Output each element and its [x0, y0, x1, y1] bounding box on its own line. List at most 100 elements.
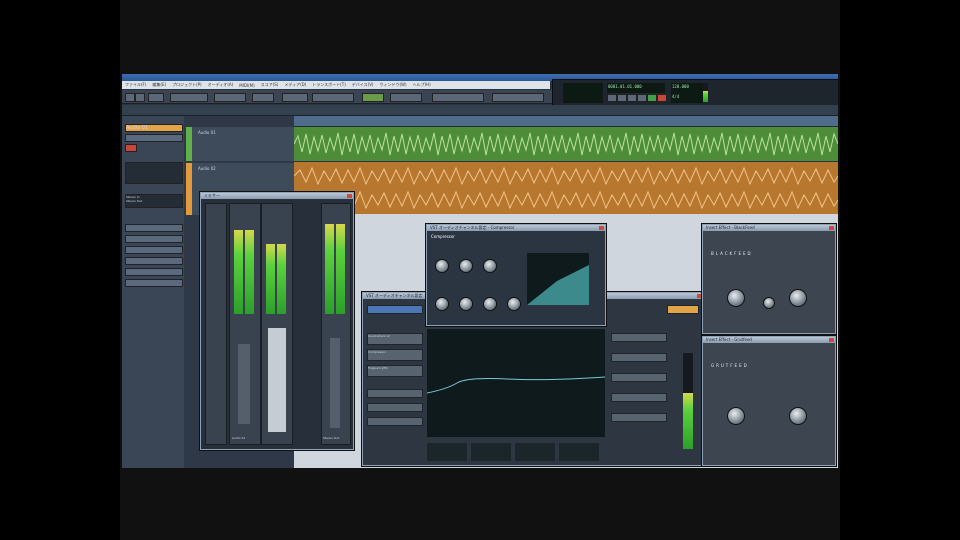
routing-out[interactable]: Stereo Out	[126, 199, 182, 203]
color-select[interactable]	[390, 93, 422, 102]
close-icon[interactable]	[829, 338, 834, 342]
close-icon[interactable]	[829, 226, 834, 230]
channel-slot[interactable]	[611, 393, 667, 402]
mixer-window: ミキサー Audio 01 Stereo Out	[200, 192, 354, 450]
nudge-buttons[interactable]	[432, 93, 484, 102]
channel-fader-selected[interactable]	[268, 328, 286, 432]
compressor-title[interactable]: VST オーディオチャンネル設定 - Compressor	[427, 225, 605, 231]
menu-devices[interactable]: デバイス(V)	[352, 82, 374, 88]
info-line	[122, 105, 838, 116]
autoscroll-button[interactable]	[252, 93, 274, 102]
send-slot[interactable]	[367, 389, 423, 398]
plugin-window-title[interactable]: Insert Effect - BlackFeed	[703, 225, 835, 231]
quantize-select[interactable]	[362, 93, 384, 102]
insert-slot[interactable]: FrequencyEQ	[367, 365, 423, 377]
rewind-button[interactable]	[607, 94, 617, 102]
threshold-knob[interactable]	[435, 259, 449, 273]
inspector-section-eq[interactable]	[125, 235, 183, 243]
transport-meter	[703, 83, 708, 102]
channel-slot[interactable]	[611, 373, 667, 382]
output-knob[interactable]	[789, 289, 807, 307]
attack-knob[interactable]	[483, 259, 497, 273]
window-layout-button[interactable]	[492, 93, 544, 102]
letterbox-left	[0, 0, 120, 540]
inspector-section-quickcontrols[interactable]	[125, 279, 183, 287]
inspector-buttons[interactable]	[125, 134, 183, 142]
makeup-knob[interactable]	[459, 297, 473, 311]
inspector-section-inserts[interactable]	[125, 224, 183, 232]
letterbox-right	[840, 0, 960, 540]
timeline-ruler[interactable]	[294, 116, 838, 127]
channel-slot[interactable]	[611, 353, 667, 362]
inspector-section-notepad[interactable]	[125, 268, 183, 276]
record-enable-button[interactable]	[125, 144, 137, 152]
send-slot[interactable]	[367, 417, 423, 426]
stop-button[interactable]	[637, 94, 647, 102]
tone-knob[interactable]	[763, 297, 775, 309]
insert-slot[interactable]: Compressor	[367, 349, 423, 361]
channel-meter	[683, 353, 693, 449]
eq-band-3[interactable]	[515, 443, 555, 461]
menu-window[interactable]: ウィンドウ(W)	[380, 82, 407, 88]
menu-audio[interactable]: オーディオ(A)	[208, 82, 234, 88]
automation-mode-button[interactable]	[148, 93, 164, 102]
forward-button[interactable]	[617, 94, 627, 102]
waveform	[294, 166, 838, 210]
plugin-window-grutfeed: Insert Effect - Grutfeed GRUTFEED	[702, 336, 836, 466]
plugin-window-title[interactable]: Insert Effect - Grutfeed	[703, 337, 835, 343]
output-knob[interactable]	[507, 297, 521, 311]
snap-button[interactable]	[282, 93, 308, 102]
insert-slot[interactable]: Quadrafuzz v2	[367, 333, 423, 345]
menu-file[interactable]: ファイル(F)	[125, 82, 146, 88]
audio-event-track-1[interactable]	[294, 127, 838, 161]
eq-band-2[interactable]	[471, 443, 511, 461]
channel-fader[interactable]	[238, 344, 250, 424]
eq-band-1[interactable]	[427, 443, 467, 461]
inspector-track-name[interactable]: Audio 01	[125, 124, 183, 132]
play-button[interactable]	[647, 94, 657, 102]
close-icon[interactable]	[347, 194, 352, 198]
level-meter-left	[234, 230, 243, 314]
record-button[interactable]	[657, 94, 667, 102]
channel-name-badge[interactable]	[667, 305, 699, 314]
signature-display[interactable]: 4/4	[671, 93, 703, 103]
inspector-section-channel[interactable]	[125, 257, 183, 265]
activate-project-button[interactable]	[125, 93, 135, 102]
track-row[interactable]: Audio 01	[186, 127, 298, 161]
release-knob[interactable]	[435, 297, 449, 311]
master-fader[interactable]	[330, 338, 340, 428]
cycle-button[interactable]	[627, 94, 637, 102]
menu-bar: ファイル(F) 編集(E) プロジェクト(P) オーディオ(A) MIDI(M)…	[122, 81, 550, 89]
ratio-knob[interactable]	[459, 259, 473, 273]
menu-score[interactable]: スコア(S)	[261, 82, 279, 88]
close-icon[interactable]	[599, 226, 604, 230]
level-knob[interactable]	[789, 407, 807, 425]
menu-edit[interactable]: 編集(E)	[152, 82, 166, 88]
inspector-section-sends[interactable]	[125, 246, 183, 254]
mixer-title[interactable]: ミキサー	[201, 193, 353, 199]
channel-slot[interactable]	[611, 413, 667, 422]
eq-curve-display[interactable]	[426, 329, 606, 437]
track-name[interactable]: Audio 02	[198, 166, 216, 171]
tempo-display[interactable]: 120.000	[671, 83, 703, 93]
grid-type-select[interactable]	[312, 93, 354, 102]
menu-help[interactable]: ヘルプ(H)	[413, 82, 431, 88]
constrain-delay-button[interactable]	[135, 93, 145, 102]
mix-knob[interactable]	[483, 297, 497, 311]
insert-slot[interactable]	[367, 305, 423, 314]
tool-buttons[interactable]	[214, 93, 246, 102]
inspector-routing[interactable]: Stereo In Stereo Out	[125, 194, 183, 208]
menu-project[interactable]: プロジェクト(P)	[172, 82, 202, 88]
position-display: 0001.01.01.000	[607, 83, 665, 93]
menu-midi[interactable]: MIDI(M)	[239, 83, 254, 88]
channel-slot[interactable]	[611, 333, 667, 342]
send-slot[interactable]	[367, 403, 423, 412]
menu-transport[interactable]: トランスポート(T)	[312, 82, 345, 88]
gain-knob[interactable]	[727, 407, 745, 425]
eq-band-4[interactable]	[559, 443, 599, 461]
drive-knob[interactable]	[727, 289, 745, 307]
transport-mini-buttons[interactable]	[170, 93, 208, 102]
audio-event-track-2[interactable]	[294, 162, 838, 214]
track-name[interactable]: Audio 01	[198, 130, 216, 135]
menu-media[interactable]: メディア(D)	[284, 82, 306, 88]
